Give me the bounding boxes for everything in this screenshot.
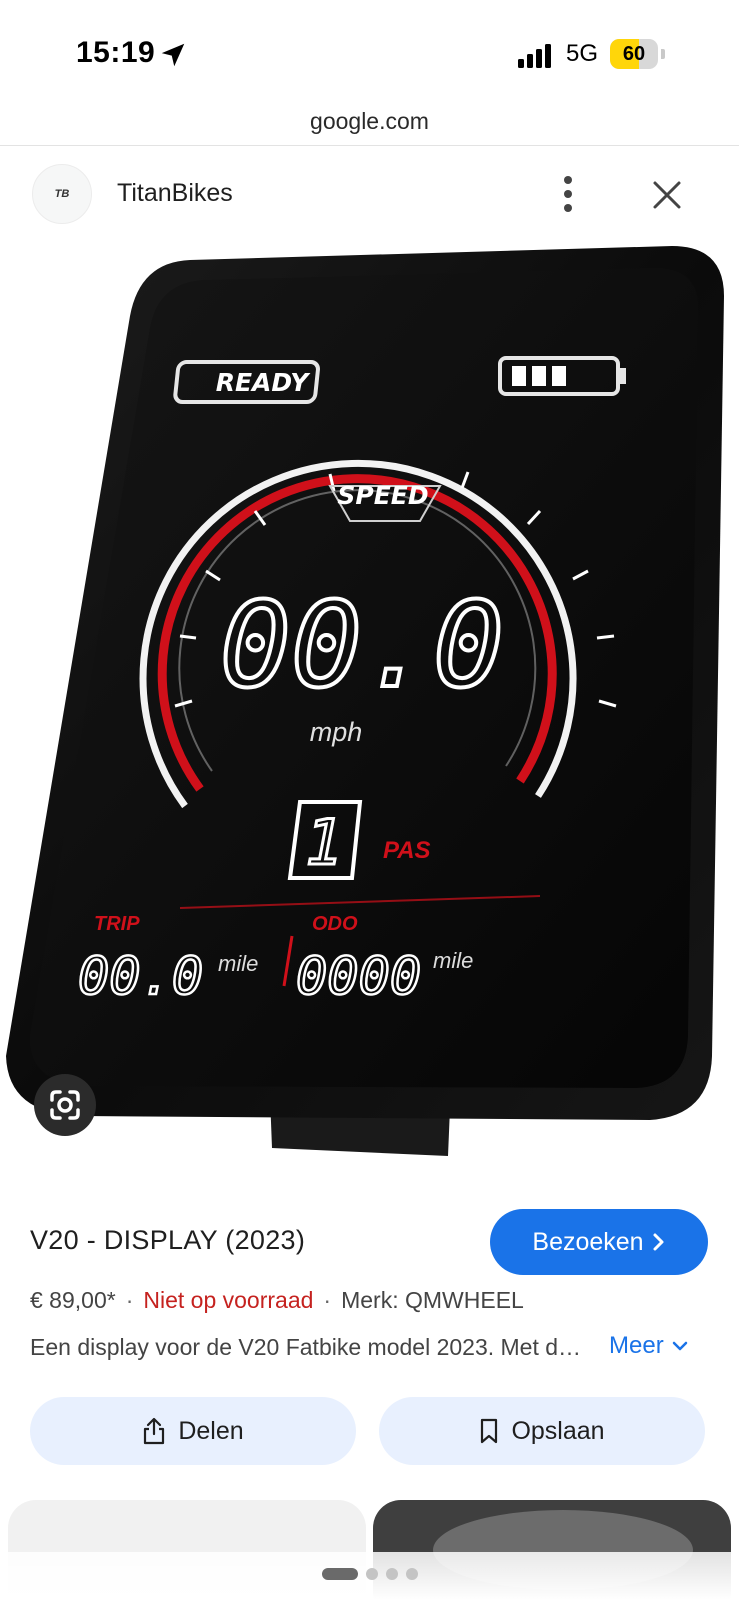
visit-button[interactable]: Bezoeken — [490, 1209, 708, 1275]
close-icon[interactable] — [652, 180, 682, 210]
ready-label: READY — [216, 368, 311, 397]
pagination-dot[interactable] — [366, 1568, 378, 1580]
odo-value: 0000 — [296, 947, 421, 1007]
pagination-dot[interactable] — [322, 1568, 358, 1580]
pagination-dot[interactable] — [386, 1568, 398, 1580]
cellular-signal-icon — [518, 44, 551, 68]
speed-value: 00.0 — [220, 576, 504, 714]
speed-unit: mph — [310, 717, 363, 747]
odo-label: ODO — [312, 913, 358, 935]
product-description: Een display voor de V20 Fatbike model 20… — [30, 1334, 590, 1360]
brand: Merk: QMWHEEL — [341, 1287, 524, 1313]
share-button[interactable]: Delen — [30, 1397, 356, 1465]
share-label: Delen — [178, 1416, 244, 1445]
visual-search-button[interactable] — [34, 1074, 96, 1136]
source-name[interactable]: TitanBikes — [117, 179, 233, 208]
product-title[interactable]: V20 - DISPLAY (2023) — [30, 1225, 305, 1256]
bookmark-icon — [481, 1418, 498, 1444]
visit-label: Bezoeken — [532, 1227, 644, 1256]
speed-label: SPEED — [337, 481, 428, 510]
address-bar[interactable]: google.com — [0, 100, 739, 146]
trip-value: 00.0 — [78, 947, 203, 1007]
url-text[interactable]: google.com — [0, 108, 739, 135]
trip-label: TRIP — [94, 913, 140, 935]
product-image[interactable]: READY SPEED 00.0 mph 1 PAS TRIP 00.0 mil… — [0, 236, 739, 1176]
trip-unit: mile — [218, 951, 258, 976]
source-header: TB TitanBikes — [0, 150, 739, 236]
pagination-dot[interactable] — [406, 1568, 418, 1580]
save-label: Opslaan — [511, 1416, 605, 1445]
more-options-icon[interactable] — [560, 174, 576, 214]
chevron-right-icon — [653, 1233, 664, 1251]
odo-unit: mile — [433, 948, 473, 973]
price: € 89,00* — [30, 1287, 116, 1313]
share-icon — [144, 1417, 165, 1445]
status-bar: 15:19 5G 60 — [0, 0, 739, 100]
battery-icon: 60 — [610, 39, 665, 69]
pas-label: PAS — [383, 837, 431, 864]
pagination-dots — [322, 1568, 418, 1580]
save-button[interactable]: Opslaan — [379, 1397, 705, 1465]
display-photo: READY SPEED 00.0 mph 1 PAS TRIP 00.0 mil… — [6, 246, 724, 1156]
more-button[interactable]: Meer — [609, 1332, 688, 1360]
battery-level: 60 — [622, 43, 646, 65]
more-label: Meer — [609, 1332, 664, 1359]
location-arrow-icon — [161, 43, 185, 67]
product-meta: € 89,00* · Niet op voorraad · Merk: QMWHEEL — [30, 1287, 524, 1313]
source-logo[interactable]: TB — [32, 164, 92, 224]
network-type: 5G — [566, 40, 599, 67]
stock-status: Niet op voorraad — [143, 1287, 314, 1313]
pas-value: 1 — [305, 806, 342, 879]
lens-icon — [50, 1090, 80, 1120]
chevron-down-icon — [672, 1341, 687, 1351]
status-time: 15:19 — [76, 36, 156, 69]
